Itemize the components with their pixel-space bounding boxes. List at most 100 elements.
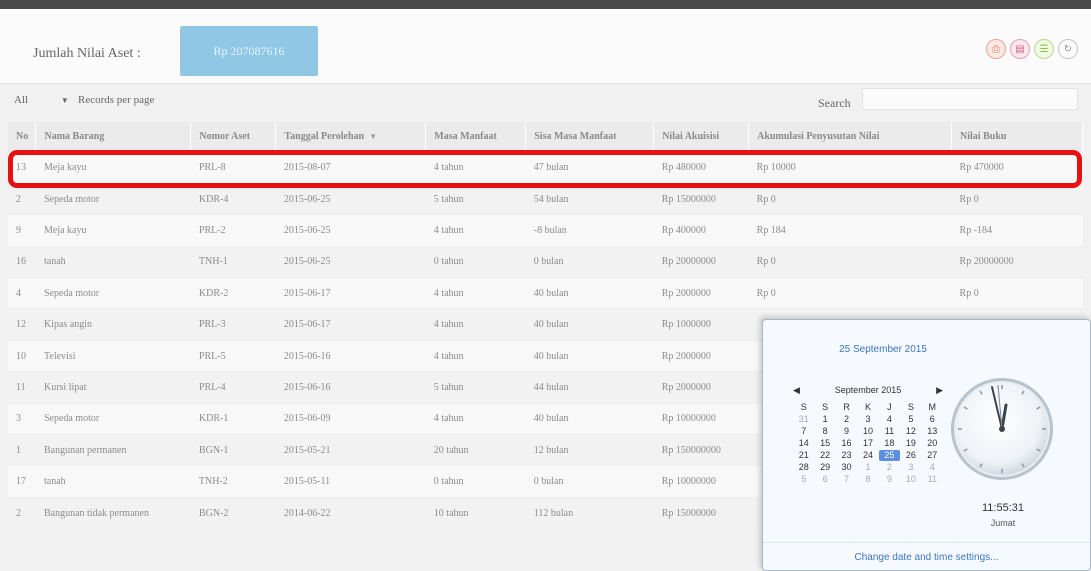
- clock-date-title[interactable]: 25 September 2015: [763, 344, 1003, 355]
- table-cell: Rp 0: [748, 182, 952, 215]
- calendar-header: ◀ September 2015 ▶: [793, 385, 943, 396]
- table-cell: Sepeda motor: [35, 277, 191, 309]
- calendar-day[interactable]: 9: [836, 426, 857, 437]
- print-icon[interactable]: ⎙: [986, 39, 1006, 59]
- table-cell: 1: [8, 434, 36, 466]
- chevron-right-icon[interactable]: ▶: [936, 385, 943, 396]
- table-cell: 2: [8, 496, 36, 529]
- column-header[interactable]: Akumulasi Penyusutan Nilai: [748, 122, 953, 152]
- calendar-day[interactable]: 31: [793, 414, 814, 425]
- calendar-day[interactable]: 21: [793, 450, 814, 461]
- calendar-day[interactable]: 24: [857, 450, 878, 461]
- column-header[interactable]: No: [8, 122, 37, 152]
- calendar-day[interactable]: 1: [814, 414, 835, 425]
- table-cell: 2015-06-09: [275, 402, 426, 435]
- calendar-day[interactable]: 8: [857, 474, 878, 485]
- table-row[interactable]: 16 tanah TNH-1 2015-06-25 0 tahun 0 bulan Rp 2…: [8, 245, 1083, 278]
- table-cell: 3: [8, 402, 36, 435]
- calendar-day[interactable]: 15: [814, 438, 835, 449]
- table-cell: 2015-05-11: [275, 465, 426, 498]
- calendar-day[interactable]: 12: [900, 426, 921, 437]
- table-cell: 112 bulan: [525, 496, 654, 529]
- column-header[interactable]: Nilai Akuisisi: [653, 122, 750, 152]
- table-cell: 9: [8, 214, 36, 247]
- excel-icon[interactable]: ☰: [1034, 39, 1054, 59]
- calendar-day[interactable]: 3: [900, 462, 921, 473]
- calendar-day[interactable]: 29: [814, 462, 835, 473]
- calendar-day[interactable]: 23: [836, 450, 857, 461]
- calendar-day[interactable]: 2: [836, 414, 857, 425]
- calendar-day[interactable]: 8: [814, 426, 835, 437]
- table-cell: 0 tahun: [425, 245, 526, 278]
- table-header-row: No Nama Barang Nomor Aset Tanggal Perole…: [8, 122, 1083, 152]
- chevron-left-icon[interactable]: ◀: [793, 385, 800, 396]
- table-cell: Rp 0: [748, 245, 952, 278]
- refresh-icon[interactable]: ↻: [1058, 39, 1078, 59]
- calendar-weekday: J: [887, 402, 892, 412]
- column-header[interactable]: Sisa Masa Manfaat: [525, 122, 655, 152]
- calendar-day[interactable]: 3: [857, 414, 878, 425]
- table-row[interactable]: 4 Sepeda motor KDR-2 2015-06-17 4 tahun 40 bu…: [8, 277, 1083, 309]
- calendar-day[interactable]: 17: [857, 438, 878, 449]
- table-cell: 12 bulan: [525, 434, 654, 466]
- column-header[interactable]: Nomor Aset: [190, 122, 277, 152]
- calendar-day[interactable]: 18: [879, 438, 900, 449]
- table-row[interactable]: 2 Sepeda motor KDR-4 2015-06-25 5 tahun 54 bu…: [8, 182, 1083, 215]
- search-input[interactable]: [862, 88, 1078, 110]
- calendar-day[interactable]: 16: [836, 438, 857, 449]
- table-cell: Bangunan permanen: [35, 434, 191, 466]
- column-header[interactable]: Nama Barang: [35, 122, 192, 152]
- calendar-day[interactable]: 4: [879, 414, 900, 425]
- calendar-day[interactable]: 25: [878, 450, 901, 461]
- table-cell: Bangunan tidak permanen: [35, 496, 191, 529]
- calendar-weekday: K: [864, 402, 871, 412]
- calendar-day[interactable]: 22: [814, 450, 835, 461]
- top-bar: [0, 0, 1091, 9]
- search-label: Search: [818, 96, 851, 110]
- column-header-sorted[interactable]: Tanggal Perolehan ▼: [275, 122, 427, 152]
- table-row[interactable]: 9 Meja kayu PRL-2 2015-06-25 4 tahun -8 bulan…: [8, 214, 1083, 247]
- table-cell: Rp 20000000: [951, 245, 1083, 278]
- calendar-day[interactable]: 11: [879, 426, 900, 437]
- calendar-day[interactable]: 5: [793, 474, 814, 485]
- calendar-day[interactable]: 27: [922, 450, 943, 461]
- column-header[interactable]: Nilai Buku: [951, 122, 1083, 152]
- table-cell: 2015-06-17: [275, 308, 426, 341]
- table-cell: 40 bulan: [525, 277, 654, 309]
- calendar-day[interactable]: 6: [814, 474, 835, 485]
- records-select-value: All: [14, 94, 29, 106]
- calendar-day[interactable]: 9: [879, 474, 900, 485]
- calendar-day[interactable]: 5: [900, 414, 921, 425]
- calendar-day[interactable]: 10: [900, 474, 921, 485]
- column-header[interactable]: Masa Manfaat: [425, 122, 527, 152]
- calendar-day[interactable]: 1: [857, 462, 878, 473]
- table-cell: Rp 10000000: [653, 402, 749, 435]
- calendar-day[interactable]: 2: [879, 462, 900, 473]
- calendar-day[interactable]: 14: [793, 438, 814, 449]
- pdf-icon[interactable]: ▤: [1010, 39, 1030, 59]
- table-cell: Rp 150000000: [653, 434, 749, 466]
- calendar-weekday: S: [800, 402, 807, 412]
- calendar-day[interactable]: 30: [836, 462, 857, 473]
- calendar-day[interactable]: 7: [793, 426, 814, 437]
- calendar-day[interactable]: 4: [922, 462, 943, 473]
- table-cell: Televisi: [35, 339, 191, 372]
- table-cell: 5 tahun: [425, 182, 526, 215]
- table-cell: tanah: [35, 245, 191, 278]
- table-cell: Kursi lipat: [35, 371, 191, 404]
- calendar-day[interactable]: 10: [857, 426, 878, 437]
- calendar-day[interactable]: 7: [836, 474, 857, 485]
- calendar-day[interactable]: 19: [900, 438, 921, 449]
- table-cell: 4 tahun: [425, 402, 526, 435]
- calendar-day[interactable]: 13: [922, 426, 943, 437]
- records-per-page: All ▼ Records per page: [14, 94, 154, 106]
- table-cell: 11: [8, 371, 36, 404]
- calendar-day[interactable]: 26: [900, 450, 921, 461]
- table-cell: 2015-06-25: [275, 214, 426, 247]
- change-datetime-link[interactable]: Change date and time settings...: [763, 542, 1090, 571]
- calendar-day[interactable]: 20: [922, 438, 943, 449]
- records-select[interactable]: All ▼: [14, 94, 78, 106]
- calendar-day[interactable]: 6: [922, 414, 943, 425]
- calendar-day[interactable]: 28: [793, 462, 814, 473]
- calendar-day[interactable]: 11: [922, 474, 943, 485]
